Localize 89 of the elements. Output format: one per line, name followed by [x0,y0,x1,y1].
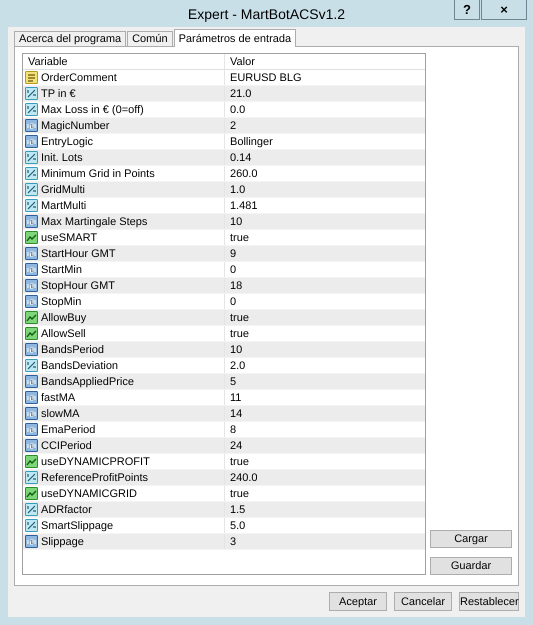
dialog-button[interactable]: Restablecer [459,592,519,611]
value-cell[interactable]: true [230,456,249,468]
variable-name: useSMART [41,232,98,244]
value-cell[interactable]: 3 [230,536,236,548]
variable-name: EmaPeriod [41,424,96,436]
fraction-type-icon [25,87,38,100]
variable-name: useDYNAMICGRID [41,488,137,500]
value-cell[interactable]: 1.5 [230,504,246,516]
value-cell[interactable]: 18 [230,280,242,292]
variable-name: BandsPeriod [41,344,104,356]
toggle-type-icon [25,311,38,324]
value-cell[interactable]: 1.0 [230,184,246,196]
value-cell[interactable]: 2 [230,120,236,132]
variable-name: Slippage [41,536,84,548]
dialog-button[interactable]: Aceptar [329,592,387,611]
variable-name: Minimum Grid in Points [41,168,155,180]
value-cell[interactable]: true [230,232,249,244]
value-cell[interactable]: 21.0 [230,88,252,100]
tab[interactable]: Parámetros de entrada [174,29,296,47]
tab[interactable]: Común [127,31,173,46]
value-cell[interactable]: true [230,312,249,324]
help-button[interactable]: ? [454,0,480,20]
toggle-type-icon [25,327,38,340]
fraction-type-icon [25,471,38,484]
variable-name: slowMA [41,408,80,420]
variable-name: Max Martingale Steps [41,216,148,228]
side-button[interactable]: Guardar [430,557,512,575]
value-cell[interactable]: 2.0 [230,360,246,372]
value-cell[interactable]: true [230,328,249,340]
variable-name: CCIPeriod [41,440,92,452]
fraction-type-icon [25,199,38,212]
close-button[interactable]: × [481,0,527,20]
value-cell[interactable]: Bollinger [230,136,273,148]
window-title: Expert - MartBotACSv1.2 [188,6,346,22]
variable-name: ADRfactor [41,504,92,516]
variable-name: SmartSlippage [41,520,114,532]
value-cell[interactable]: 0 [230,264,236,276]
side-button[interactable]: Cargar [430,530,512,548]
fraction-type-icon [25,103,38,116]
value-cell[interactable]: 10 [230,344,242,356]
variable-name: fastMA [41,392,76,404]
fraction-type-icon [25,503,38,516]
value-cell[interactable]: 14 [230,408,242,420]
column-header[interactable]: Variable [23,54,225,69]
variable-name: AllowSell [41,328,86,340]
fraction-type-icon [25,183,38,196]
variable-name: StopHour GMT [41,280,115,292]
variable-name: TP in € [41,88,76,100]
value-cell[interactable]: 0.14 [230,152,252,164]
variable-name: GridMulti [41,184,86,196]
value-cell[interactable]: 0 [230,296,236,308]
value-cell[interactable]: 260.0 [230,168,258,180]
variable-name: Init. Lots [41,152,83,164]
variable-name: StopMin [41,296,82,308]
toggle-type-icon [25,487,38,500]
value-cell[interactable]: 5.0 [230,520,246,532]
toggle-type-icon [25,455,38,468]
value-cell[interactable]: 0.0 [230,104,246,116]
value-cell[interactable]: 1.481 [230,200,258,212]
variable-name: MartMulti [41,200,86,212]
fraction-type-icon [25,519,38,532]
value-cell[interactable]: 24 [230,440,242,452]
column-header[interactable]: Valor [225,54,425,69]
variable-name: BandsDeviation [41,360,118,372]
variable-name: BandsAppliedPrice [41,376,134,388]
value-cell[interactable]: EURUSD BLG [230,72,302,84]
variable-name: StartHour GMT [41,248,116,260]
variable-name: MagicNumber [41,120,110,132]
variable-name: AllowBuy [41,312,86,324]
value-cell[interactable]: 8 [230,424,236,436]
variable-name: EntryLogic [41,136,93,148]
value-cell[interactable]: 11 [230,392,242,404]
variable-name: ReferenceProfitPoints [41,472,148,484]
value-cell[interactable]: 9 [230,248,236,260]
toggle-type-icon [25,231,38,244]
value-cell[interactable]: 5 [230,376,236,388]
variable-name: StartMin [41,264,82,276]
tab[interactable]: Acerca del programa [14,31,126,46]
fraction-type-icon [25,359,38,372]
text-type-icon [25,71,38,84]
variable-name: useDYNAMICPROFIT [41,456,150,468]
dialog-button[interactable]: Cancelar [394,592,452,611]
variable-name: Max Loss in € (0=off) [41,104,144,116]
variable-name: OrderComment [41,72,117,84]
value-cell[interactable]: true [230,488,249,500]
value-cell[interactable]: 10 [230,216,242,228]
fraction-type-icon [25,151,38,164]
value-cell[interactable]: 240.0 [230,472,258,484]
fraction-type-icon [25,167,38,180]
